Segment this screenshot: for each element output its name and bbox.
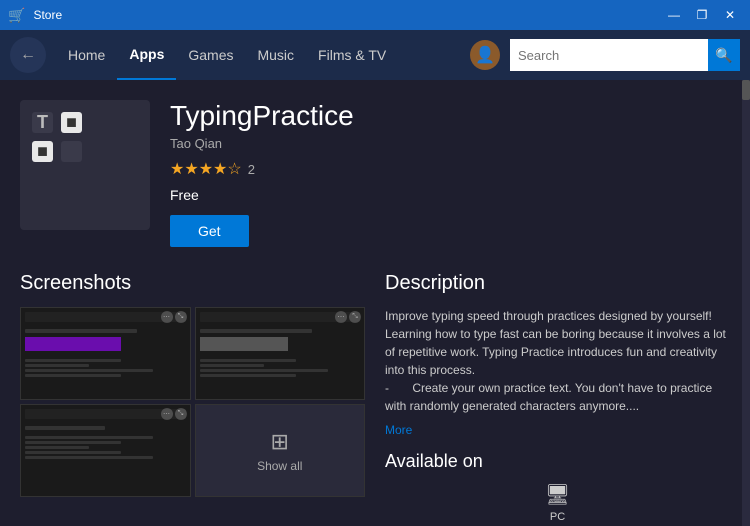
thumb-icon-3: ⋯ xyxy=(335,311,347,323)
nav-music[interactable]: Music xyxy=(245,30,306,80)
nav-apps[interactable]: Apps xyxy=(117,30,176,80)
screenshots-section: Screenshots xyxy=(20,272,365,526)
icon-cell-bl: ■ xyxy=(32,141,53,162)
title-bar-left: 🛒 Store xyxy=(8,7,62,24)
more-link[interactable]: More xyxy=(385,423,730,437)
scrollbar-thumb[interactable] xyxy=(742,80,750,100)
bottom-section: Screenshots xyxy=(20,272,730,526)
icon-cell-tl: T xyxy=(32,112,53,133)
platform-item: 🖥 PC xyxy=(385,482,730,523)
thumb-icon-1: ⋯ xyxy=(161,311,173,323)
show-all-thumb[interactable]: ⊞ Show all xyxy=(195,404,366,497)
get-button[interactable]: Get xyxy=(170,215,249,247)
icon-cell-tr: ■ xyxy=(61,112,82,133)
app-author: Tao Qian xyxy=(170,136,730,151)
thumb-icon-4: ⤡ xyxy=(349,311,361,323)
description-section: Description Improve typing speed through… xyxy=(385,272,730,526)
stars: ★★★★☆ xyxy=(170,159,242,179)
search-input[interactable] xyxy=(510,39,708,71)
pc-icon: 🖥 xyxy=(545,482,570,507)
main-content: T ■ ■ TypingPractice Tao Qian ★★★★☆ 2 Fr… xyxy=(0,80,750,526)
search-button[interactable]: 🔍 xyxy=(708,39,740,71)
avatar[interactable]: 👤 xyxy=(470,40,500,70)
screenshot-3[interactable]: ⋯ ⤡ xyxy=(20,404,191,497)
platform-label: PC xyxy=(550,511,565,523)
nav-links: Home Apps Games Music Films & TV xyxy=(56,30,398,80)
screenshots-grid: ⋯ ⤡ xyxy=(20,307,365,497)
nav-films-tv[interactable]: Films & TV xyxy=(306,30,398,80)
description-title: Description xyxy=(385,272,730,295)
minimize-button[interactable]: — xyxy=(662,5,686,25)
screenshot-1[interactable]: ⋯ ⤡ xyxy=(20,307,191,400)
maximize-button[interactable]: ❐ xyxy=(690,5,714,25)
thumb-icon-2: ⤡ xyxy=(175,311,187,323)
app-rating: ★★★★☆ 2 xyxy=(170,159,730,179)
back-button[interactable]: ← xyxy=(10,37,46,73)
available-title: Available on xyxy=(385,451,730,472)
store-icon: 🛒 xyxy=(8,7,25,24)
show-all-label: Show all xyxy=(257,459,302,473)
app-header: T ■ ■ TypingPractice Tao Qian ★★★★☆ 2 Fr… xyxy=(20,100,730,247)
app-icon: T ■ ■ xyxy=(20,100,150,230)
nav-games[interactable]: Games xyxy=(176,30,245,80)
icon-cell-br xyxy=(61,141,82,162)
description-text: Improve typing speed through practices d… xyxy=(385,307,730,415)
title-bar: 🛒 Store — ❐ ✕ xyxy=(0,0,750,30)
show-all-icon: ⊞ xyxy=(271,429,289,455)
screenshot-2[interactable]: ⋯ ⤡ xyxy=(195,307,366,400)
close-button[interactable]: ✕ xyxy=(718,5,742,25)
search-box: 🔍 xyxy=(510,39,740,71)
title-bar-controls: — ❐ ✕ xyxy=(662,5,742,25)
thumb-icon-5: ⋯ xyxy=(161,408,173,420)
app-price: Free xyxy=(170,187,730,203)
rating-count: 2 xyxy=(248,162,255,177)
app-name: TypingPractice xyxy=(170,100,730,132)
nav-bar: ← Home Apps Games Music Films & TV 👤 🔍 xyxy=(0,30,750,80)
app-info: TypingPractice Tao Qian ★★★★☆ 2 Free Get xyxy=(170,100,730,247)
screenshots-title: Screenshots xyxy=(20,272,365,295)
title-bar-title: Store xyxy=(33,8,62,22)
scrollbar-track[interactable] xyxy=(742,80,750,526)
nav-home[interactable]: Home xyxy=(56,30,117,80)
thumb-icon-6: ⤡ xyxy=(175,408,187,420)
